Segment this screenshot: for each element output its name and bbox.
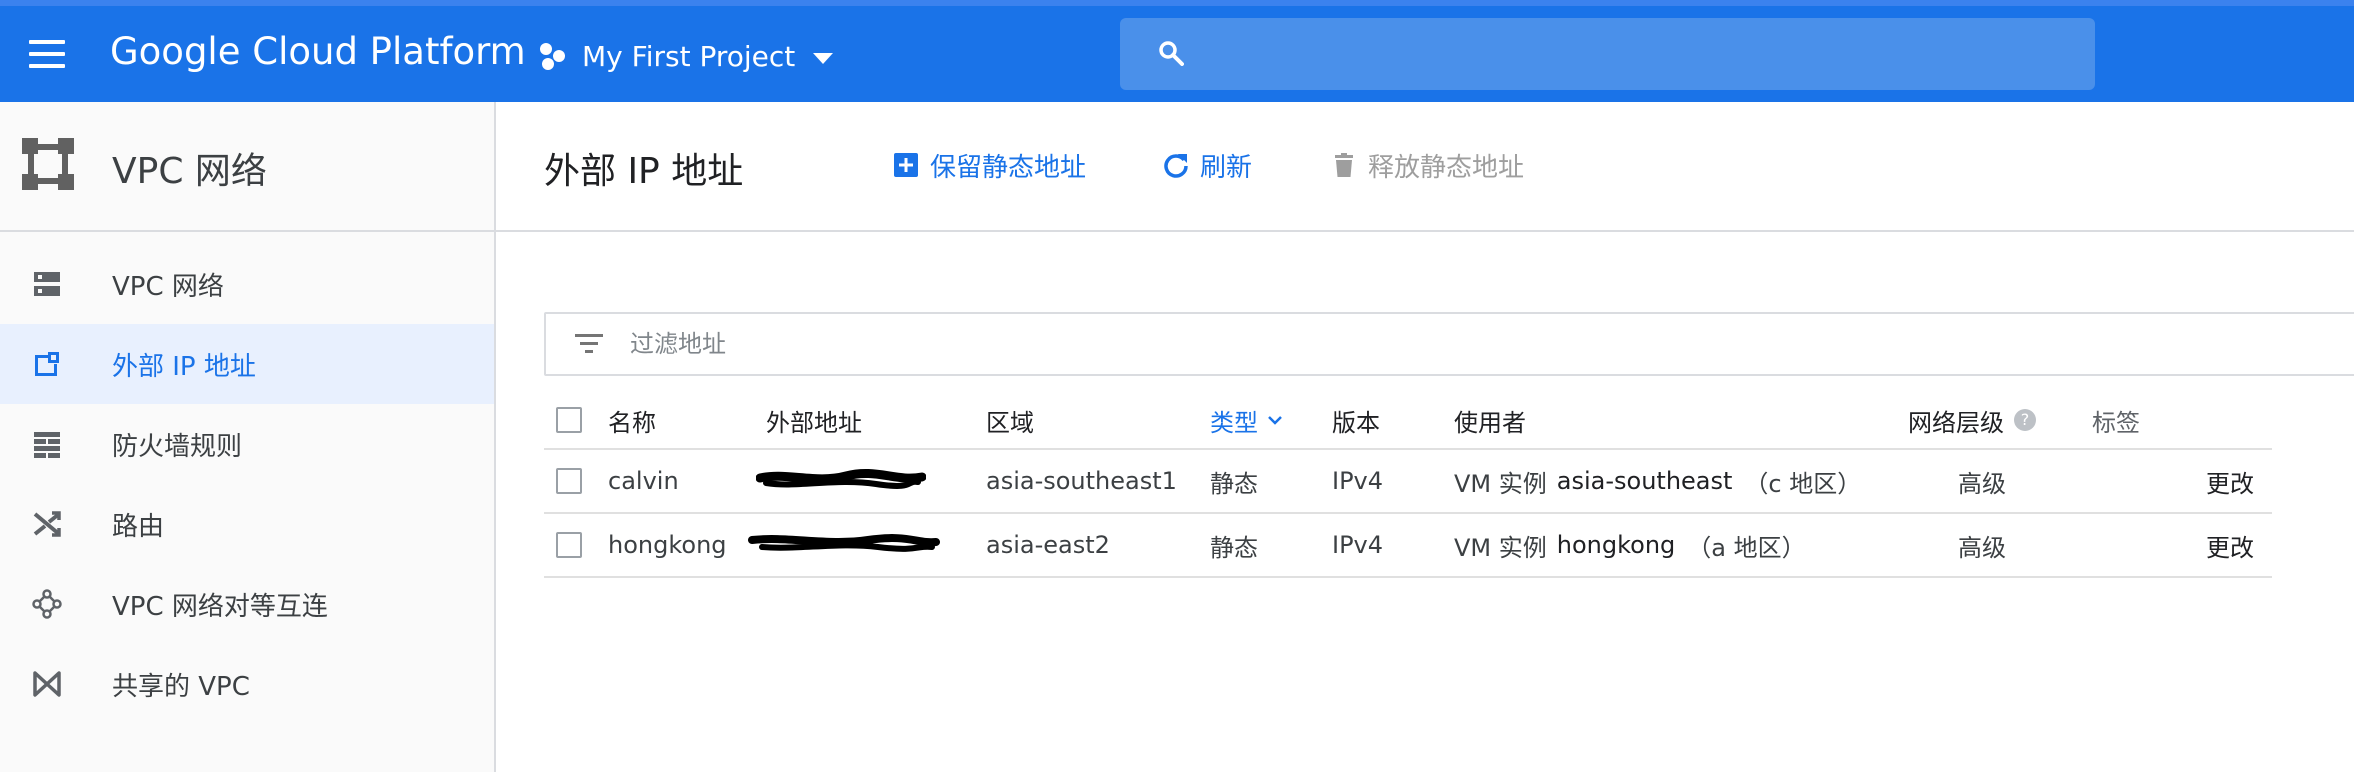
sidebar-title: VPC 网络: [112, 151, 267, 192]
cell-tier: 高级: [1958, 533, 2006, 562]
user-zone: （c 地区）: [1744, 469, 1862, 498]
column-header-tier[interactable]: 网络层级 ?: [1908, 392, 2036, 448]
instance-link[interactable]: hongkong: [1557, 531, 1676, 559]
external-ip-icon: [35, 352, 59, 376]
vpc-product-icon: [22, 138, 74, 190]
select-all-cell: [556, 392, 582, 448]
user-prefix: VM 实例: [1454, 469, 1547, 498]
sidebar-nav: VPC 网络 外部 IP 地址 防火墙规则 路由 VPC 网络对等互连 共享的 …: [0, 244, 494, 724]
sidebar-item-vpc-networks[interactable]: VPC 网络: [0, 244, 494, 324]
sidebar-item-label: VPC 网络对等互连: [112, 591, 328, 622]
release-static-address-button[interactable]: 释放静态地址: [1330, 148, 1525, 183]
brand-logo-text[interactable]: Google Cloud Platform: [110, 30, 526, 73]
chevron-down-icon: [813, 52, 834, 64]
table-row[interactable]: hongkong asia-east2 静态 IPv4 VM 实例 hongko…: [544, 514, 2272, 578]
firewall-icon: [34, 432, 60, 458]
column-header-name[interactable]: 名称: [608, 392, 656, 448]
column-header-region[interactable]: 区域: [986, 392, 1034, 448]
user-zone: （a 地区）: [1687, 533, 1806, 562]
table-header-row: 名称 外部地址 区域 类型 版本 使用者 网络层级 ? 标签: [544, 392, 2272, 450]
cell-type: 静态: [1210, 533, 1258, 562]
main-menu-button[interactable]: [29, 40, 65, 68]
refresh-icon: [1164, 154, 1188, 178]
shared-vpc-icon: [33, 671, 61, 697]
sort-chevron-down-icon: [1268, 416, 1282, 425]
instance-link[interactable]: asia-southeast: [1557, 467, 1733, 495]
project-icon: [540, 41, 570, 71]
reserve-static-address-button[interactable]: 保留静态地址: [892, 148, 1087, 183]
filter-input[interactable]: [628, 324, 2132, 364]
refresh-button[interactable]: 刷新: [1162, 148, 1253, 183]
sidebar-header: VPC 网络: [0, 102, 494, 232]
redacted-address-scribble: [748, 534, 940, 552]
column-header-type[interactable]: 类型: [1210, 392, 1284, 448]
sidebar-item-label: VPC 网络: [112, 271, 224, 302]
cell-region: asia-southeast1: [986, 467, 1177, 495]
search-bar[interactable]: [1120, 18, 2095, 90]
add-box-icon: [894, 153, 918, 177]
vpc-network-icon: [34, 272, 60, 296]
cell-version: IPv4: [1332, 467, 1384, 495]
cell-tier: 高级: [1958, 469, 2006, 498]
trash-icon: [1335, 153, 1353, 177]
filter-icon: [575, 334, 603, 353]
sidebar: VPC 网络 VPC 网络 外部 IP 地址 防火墙规则 路由 VPC 网络对等…: [0, 102, 496, 772]
filter-bar: [544, 312, 2354, 376]
column-header-tier-label: 网络层级: [1908, 408, 2004, 437]
change-tier-button[interactable]: 更改: [2206, 514, 2254, 576]
cell-name: hongkong: [608, 531, 727, 559]
row-checkbox[interactable]: [556, 468, 582, 494]
column-header-address[interactable]: 外部地址: [766, 392, 862, 448]
sidebar-item-label: 防火墙规则: [112, 431, 243, 462]
column-header-labels[interactable]: 标签: [2092, 392, 2140, 448]
select-all-checkbox[interactable]: [556, 407, 582, 433]
help-icon[interactable]: ?: [2014, 409, 2036, 431]
cell-region: asia-east2: [986, 531, 1110, 559]
addresses-table: 名称 外部地址 区域 类型 版本 使用者 网络层级 ? 标签 calvin as…: [544, 392, 2272, 578]
project-name: My First Project: [582, 39, 796, 73]
sidebar-item-firewall[interactable]: 防火墙规则: [0, 404, 494, 484]
row-checkbox-cell: [556, 450, 582, 512]
sidebar-item-label: 共享的 VPC: [112, 671, 250, 702]
cell-user: VM 实例 hongkong （a 地区）: [1454, 514, 1806, 576]
sidebar-item-external-ip[interactable]: 外部 IP 地址: [0, 324, 494, 404]
user-prefix: VM 实例: [1454, 533, 1547, 562]
sidebar-item-peering[interactable]: VPC 网络对等互连: [0, 564, 494, 644]
sidebar-item-routes[interactable]: 路由: [0, 484, 494, 564]
release-label: 释放静态地址: [1368, 152, 1525, 183]
column-header-type-label: 类型: [1210, 408, 1258, 437]
top-app-bar: Google Cloud Platform My First Project: [0, 0, 2354, 102]
row-checkbox[interactable]: [556, 532, 582, 558]
row-checkbox-cell: [556, 514, 582, 576]
cell-type: 静态: [1210, 469, 1258, 498]
top-strip: [0, 0, 2354, 6]
peering-icon: [32, 589, 62, 619]
cell-user: VM 实例 asia-southeast （c 地区）: [1454, 450, 1861, 512]
cell-name: calvin: [608, 467, 679, 495]
change-tier-button[interactable]: 更改: [2206, 450, 2254, 512]
sidebar-item-label: 路由: [112, 511, 165, 542]
refresh-label: 刷新: [1200, 152, 1253, 183]
main-content: 外部 IP 地址 保留静态地址 刷新 释放静态地址 过滤地址 名称 外部地址 区…: [496, 102, 2354, 772]
column-header-version[interactable]: 版本: [1332, 392, 1380, 448]
search-icon: [1159, 41, 1184, 66]
page-header: 外部 IP 地址 保留静态地址 刷新 释放静态地址: [496, 102, 2354, 232]
sidebar-item-label: 外部 IP 地址: [112, 351, 256, 382]
project-selector[interactable]: My First Project: [540, 36, 834, 76]
sidebar-item-shared-vpc[interactable]: 共享的 VPC: [0, 644, 494, 724]
column-header-user[interactable]: 使用者: [1454, 392, 1526, 448]
cell-version: IPv4: [1332, 531, 1384, 559]
redacted-address-scribble: [756, 469, 926, 489]
routes-icon: [33, 511, 61, 537]
reserve-label: 保留静态地址: [930, 152, 1087, 183]
table-row[interactable]: calvin asia-southeast1 静态 IPv4 VM 实例 asi…: [544, 450, 2272, 514]
page-title: 外部 IP 地址: [544, 151, 744, 192]
